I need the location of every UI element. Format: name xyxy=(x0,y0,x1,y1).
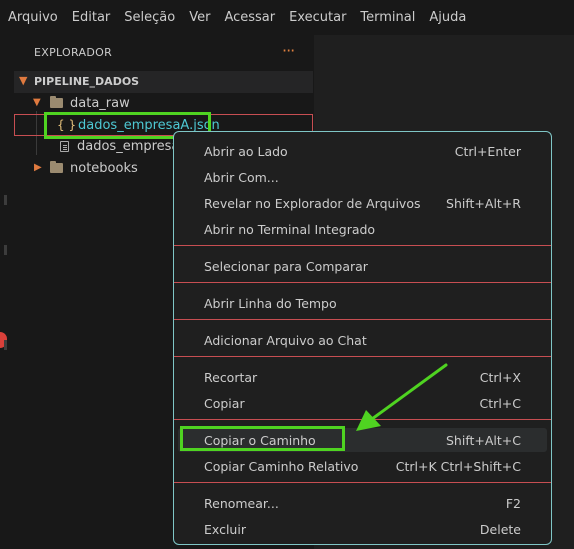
annotation-arrow-icon xyxy=(356,363,448,431)
